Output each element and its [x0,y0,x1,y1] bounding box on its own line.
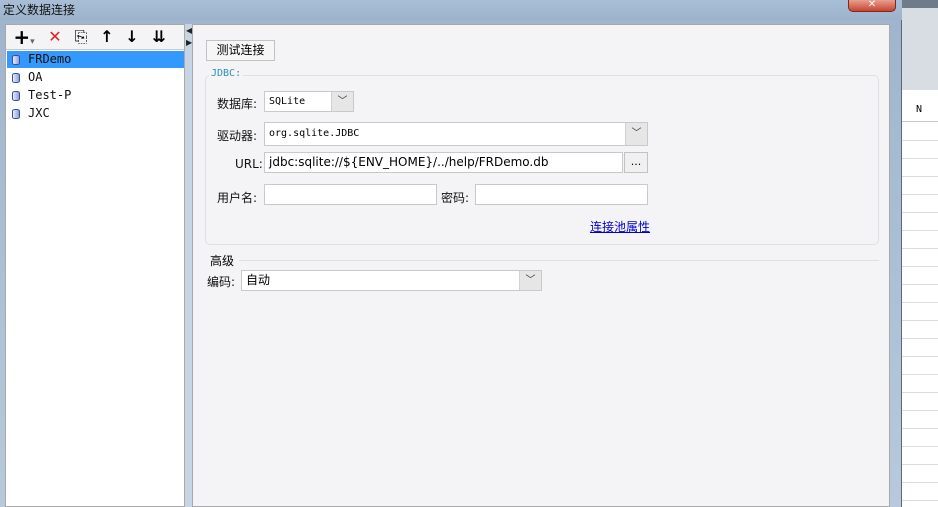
connection-toolbar: +▾ ✕ ⎘ ↑ ↓ ⇊ [6,25,184,49]
driver-select[interactable]: org.sqlite.JDBC ﹀ [264,122,648,146]
chevron-down-icon: ﹀ [331,92,353,111]
column-header[interactable]: N [902,98,938,122]
advanced-divider [239,260,879,261]
browse-button[interactable]: ... [624,152,648,173]
list-item[interactable]: JXC [7,105,184,122]
move-up-button[interactable]: ↑ [96,27,118,47]
grid-line [902,302,938,303]
delete-icon: ✕ [48,27,62,46]
username-label: 用户名: [217,191,258,205]
delete-connection-button[interactable]: ✕ [44,27,66,47]
grid-line [902,464,938,465]
grid-line [902,212,938,213]
background-toolbar-area [902,0,938,90]
test-connection-button[interactable]: 测试连接 [206,40,275,61]
grid-line [902,446,938,447]
password-input[interactable] [475,184,648,205]
database-icon [12,55,20,65]
window-title: 定义数据连接 [3,3,76,17]
list-item[interactable]: Test-P [7,87,184,104]
title-bar[interactable]: 定义数据连接 ✕ [0,0,902,20]
add-connection-button[interactable]: +▾ [10,27,38,47]
background-titlebar [902,0,938,8]
grid-line [902,392,938,393]
database-label: 数据库: [217,97,258,111]
plus-icon: + [13,25,31,49]
list-item[interactable]: FRDemo [7,51,184,68]
close-icon: ✕ [867,0,877,10]
database-icon [12,73,20,83]
copy-icon: ⎘ [74,27,88,46]
grid-line [902,500,938,501]
grid-line [902,284,938,285]
encoding-select[interactable]: 自动 ﹀ [241,270,542,291]
chevron-down-icon: ﹀ [625,123,647,145]
grid-line [902,374,938,375]
url-input[interactable]: jdbc:sqlite://${ENV_HOME}/../help/FRDemo… [264,152,623,173]
connection-list-panel: +▾ ✕ ⎘ ↑ ↓ ⇊ FRDemo OA Test-P JXC [5,24,185,507]
arrow-up-icon: ↑ [100,27,114,46]
grid-line [902,194,938,195]
close-button[interactable]: ✕ [848,0,896,12]
advanced-title: 高级 [210,254,235,268]
grid-line [902,428,938,429]
url-label: URL: [235,157,263,171]
sort-button[interactable]: ⇊ [148,27,170,47]
chevron-down-icon: ﹀ [519,271,541,290]
jdbc-legend: JDBC: [209,68,244,79]
password-label: 密码: [441,191,470,205]
list-item[interactable]: OA [7,69,184,86]
arrow-down-icon: ↓ [125,27,139,46]
grid-line [902,482,938,483]
copy-connection-button[interactable]: ⎘ [70,27,92,47]
grid-line [902,266,938,267]
grid-line [902,338,938,339]
connection-list: FRDemo OA Test-P JXC [6,49,184,506]
driver-label: 驱动器: [217,129,258,143]
connection-pool-link[interactable]: 连接池属性 [590,218,650,235]
database-icon [12,109,20,119]
grid-line [902,410,938,411]
background-spreadsheet: N [902,0,938,507]
dropdown-arrow-icon: ▾ [30,37,35,47]
grid-line [902,230,938,231]
grid-line [902,140,938,141]
grid-line [902,176,938,177]
panel-splitter[interactable]: ◀ ▶ [185,24,192,507]
encoding-label: 编码: [207,275,236,289]
username-input[interactable] [264,184,437,205]
database-icon [12,91,20,101]
grid-line [902,356,938,357]
sort-icon: ⇊ [152,27,166,46]
connection-settings-panel: 测试连接 JDBC: 数据库: SQLite ﹀ 驱动器: org.sqlite… [192,24,890,507]
grid-line [902,158,938,159]
grid-line [902,248,938,249]
database-select[interactable]: SQLite ﹀ [264,91,354,112]
grid-line [902,320,938,321]
data-connection-dialog: 定义数据连接 ✕ +▾ ✕ ⎘ ↑ ↓ ⇊ FRDemo OA Test-P J… [0,0,902,507]
move-down-button[interactable]: ↓ [121,27,143,47]
